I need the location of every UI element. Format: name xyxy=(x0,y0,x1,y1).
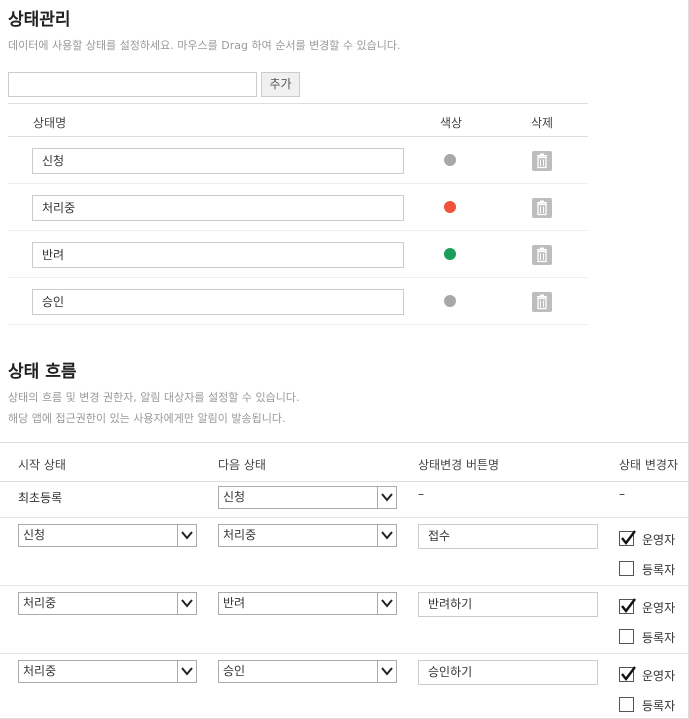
registrant-checkbox[interactable] xyxy=(619,697,634,712)
change-button-name-input[interactable]: 승인하기 xyxy=(418,660,598,685)
chevron-down-icon xyxy=(177,593,196,614)
start-status-value: 처리중 xyxy=(23,596,57,610)
status-section-description: 데이터에 사용할 상태를 설정하세요. 마우스를 Drag 하여 순서를 변경할… xyxy=(8,39,401,52)
status-table-header: 상태명 색상 삭제 xyxy=(8,103,588,137)
column-header-next: 다음 상태 xyxy=(218,458,266,472)
status-name-input[interactable]: 반려 xyxy=(32,242,404,268)
initial-button-placeholder: – xyxy=(418,487,424,501)
operator-checkbox[interactable] xyxy=(619,666,636,682)
new-status-input[interactable] xyxy=(8,72,257,97)
status-row[interactable]: 처리중 xyxy=(8,184,588,231)
next-status-value: 반려 xyxy=(223,596,246,610)
initial-changer-placeholder: – xyxy=(619,487,625,501)
flow-table-header: 시작 상태 다음 상태 상태변경 버튼명 상태 변경자 xyxy=(0,442,689,482)
start-status-select[interactable]: 신청 xyxy=(18,524,197,547)
status-color-dot[interactable] xyxy=(444,201,456,213)
flow-row: 신청 처리중 접수 운영자등록자 xyxy=(0,518,689,586)
status-row[interactable]: 신청 xyxy=(8,137,588,184)
status-name-input[interactable]: 승인 xyxy=(32,289,404,315)
registrant-checkbox[interactable] xyxy=(619,629,634,644)
start-status-value: 신청 xyxy=(23,528,46,542)
status-row[interactable]: 승인 xyxy=(8,278,588,325)
start-status-select[interactable]: 처리중 xyxy=(18,592,197,615)
flow-row: 처리중 승인 승인하기 운영자등록자 xyxy=(0,654,689,719)
column-header-name: 상태명 xyxy=(33,116,67,130)
trash-icon[interactable] xyxy=(532,245,552,265)
status-row[interactable]: 반려 xyxy=(8,231,588,278)
column-header-button: 상태변경 버튼명 xyxy=(418,458,500,472)
column-header-start: 시작 상태 xyxy=(18,458,66,472)
flow-description-line2: 해당 앱에 접근권한이 있는 사용자에게만 알림이 발송됩니다. xyxy=(8,412,286,425)
flow-initial-row: 최초등록 신청 – – xyxy=(0,482,689,518)
initial-next-select[interactable]: 신청 xyxy=(218,486,397,509)
operator-label: 운영자 xyxy=(642,669,676,683)
status-table: 상태명 색상 삭제 신청처리중반려승인 xyxy=(8,103,588,325)
change-button-name-input[interactable]: 접수 xyxy=(418,524,598,549)
next-status-select[interactable]: 승인 xyxy=(218,660,397,683)
chevron-down-icon xyxy=(377,487,396,508)
next-status-value: 승인 xyxy=(223,664,246,678)
registrant-label: 등록자 xyxy=(642,699,676,713)
operator-label: 운영자 xyxy=(642,533,676,547)
chevron-down-icon xyxy=(177,661,196,682)
next-status-value: 처리중 xyxy=(223,528,257,542)
operator-checkbox[interactable] xyxy=(619,598,636,614)
chevron-down-icon xyxy=(377,593,396,614)
next-status-select[interactable]: 반려 xyxy=(218,592,397,615)
column-header-delete: 삭제 xyxy=(531,116,554,130)
operator-label: 운영자 xyxy=(642,601,676,615)
chevron-down-icon xyxy=(377,525,396,546)
chevron-down-icon xyxy=(177,525,196,546)
operator-checkbox[interactable] xyxy=(619,530,636,546)
status-name-input[interactable]: 처리중 xyxy=(32,195,404,221)
start-status-select[interactable]: 처리중 xyxy=(18,660,197,683)
flow-description-line1: 상태의 흐름 및 변경 권한자, 알림 대상자를 설정할 수 있습니다. xyxy=(8,391,300,404)
registrant-checkbox[interactable] xyxy=(619,561,634,576)
initial-start-label: 최초등록 xyxy=(18,491,63,505)
next-status-select[interactable]: 처리중 xyxy=(218,524,397,547)
column-header-changer: 상태 변경자 xyxy=(619,458,679,472)
status-section-title: 상태관리 xyxy=(8,10,71,30)
start-status-value: 처리중 xyxy=(23,664,57,678)
trash-icon[interactable] xyxy=(532,151,552,171)
flow-table: 시작 상태 다음 상태 상태변경 버튼명 상태 변경자 최초등록 신청 – – … xyxy=(0,442,689,719)
add-status-button[interactable]: 추가 xyxy=(261,72,300,97)
column-header-color: 색상 xyxy=(440,116,463,130)
status-color-dot[interactable] xyxy=(444,154,456,166)
trash-icon[interactable] xyxy=(532,198,552,218)
trash-icon[interactable] xyxy=(532,292,552,312)
status-name-input[interactable]: 신청 xyxy=(32,148,404,174)
registrant-label: 등록자 xyxy=(642,563,676,577)
chevron-down-icon xyxy=(377,661,396,682)
status-color-dot[interactable] xyxy=(444,248,456,260)
flow-row: 처리중 반려 반려하기 운영자등록자 xyxy=(0,586,689,654)
registrant-label: 등록자 xyxy=(642,631,676,645)
flow-section-title: 상태 흐름 xyxy=(8,362,77,382)
status-color-dot[interactable] xyxy=(444,295,456,307)
initial-next-value: 신청 xyxy=(223,490,246,504)
change-button-name-input[interactable]: 반려하기 xyxy=(418,592,598,617)
